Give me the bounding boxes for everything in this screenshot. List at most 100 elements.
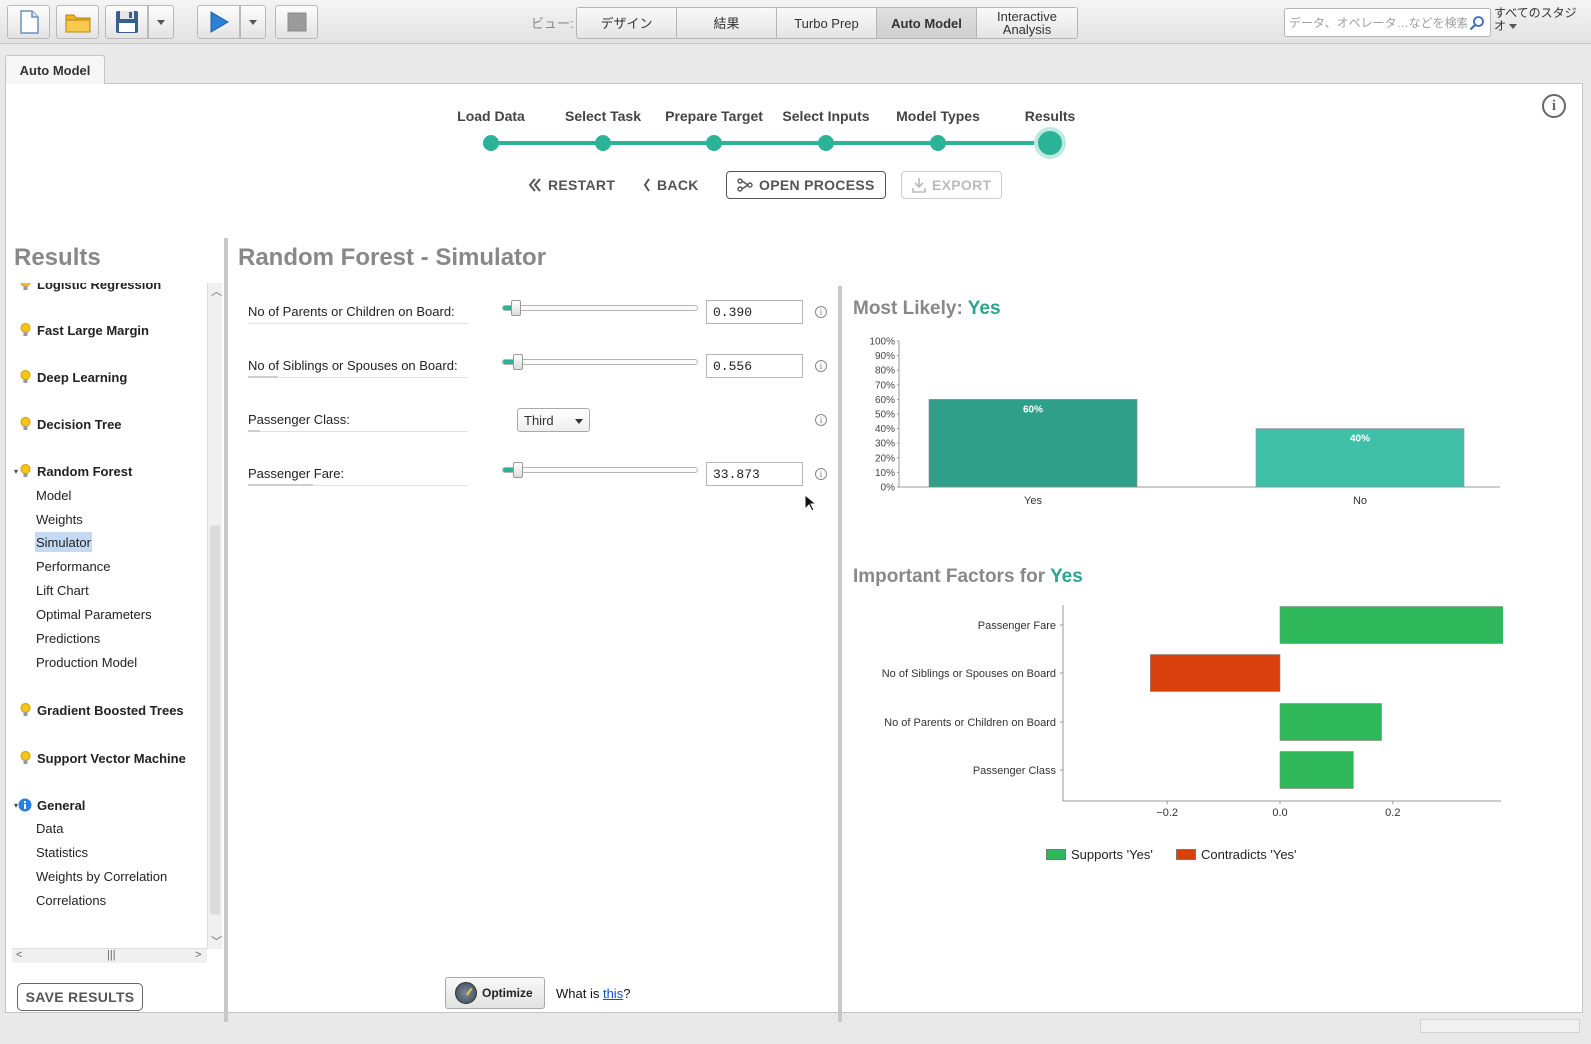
- optimize-button[interactable]: Optimize: [445, 977, 545, 1009]
- nav-group-label: Gradient Boosted Trees: [37, 702, 184, 718]
- passenger-class-select[interactable]: Third: [517, 408, 590, 432]
- new-process-button[interactable]: [7, 5, 50, 39]
- factor-label: No of Parents or Children on Board: [884, 717, 1056, 729]
- download-icon: [912, 178, 926, 193]
- y-tick-label: 100%: [869, 337, 895, 348]
- nav-group-gradient-boosted-trees[interactable]: Gradient Boosted Trees: [18, 699, 184, 721]
- attribute-info-icon[interactable]: i: [815, 468, 827, 480]
- nav-item-model[interactable]: Model: [35, 485, 72, 505]
- value-field-siblings-spouses[interactable]: [706, 354, 803, 378]
- expanded-triangle-icon[interactable]: ▾: [14, 467, 18, 476]
- nav-item-optimal-parameters[interactable]: Optimal Parameters: [35, 604, 153, 624]
- x-tick-label: 0.0: [1272, 807, 1287, 819]
- attribute-info-icon[interactable]: i: [815, 414, 827, 426]
- attribute-info-icon[interactable]: i: [815, 306, 827, 318]
- view-tabs: デザイン 結果 Turbo Prep Auto Model Interactiv…: [576, 7, 1078, 39]
- scrollbar-thumb[interactable]: [210, 525, 220, 915]
- attribute-info-icon[interactable]: i: [815, 360, 827, 372]
- stop-process-button[interactable]: [275, 5, 318, 39]
- step-dot-load-data[interactable]: [483, 135, 499, 151]
- left-splitter[interactable]: [224, 238, 228, 1022]
- back-button[interactable]: BACK: [643, 171, 699, 199]
- step-label-results[interactable]: Results: [1025, 108, 1076, 124]
- view-tab-results[interactable]: 結果: [677, 8, 777, 38]
- step-dot-prepare-target[interactable]: [706, 135, 722, 151]
- lightbulb-icon: [18, 323, 32, 337]
- run-options-dropdown[interactable]: [240, 5, 266, 39]
- panel-tab-auto-model[interactable]: Auto Model: [5, 55, 105, 84]
- export-button[interactable]: EXPORT: [901, 171, 1003, 199]
- lightbulb-icon: [18, 751, 32, 765]
- nav-group-label: Logistic Regression: [37, 283, 162, 292]
- y-tick-label: 20%: [875, 453, 895, 464]
- nav-group-random-forest[interactable]: ▾ Random Forest: [14, 460, 132, 482]
- step-dot-results[interactable]: [1038, 131, 1062, 155]
- search-input[interactable]: [1289, 14, 1467, 32]
- factor-bar-2: [1279, 703, 1382, 741]
- slider-passenger-fare[interactable]: [502, 462, 698, 478]
- restart-button[interactable]: RESTART: [528, 171, 615, 199]
- nav-group-decision-tree[interactable]: Decision Tree: [18, 413, 122, 435]
- step-label-model-types[interactable]: Model Types: [896, 108, 980, 124]
- nav-item-lift-chart[interactable]: Lift Chart: [35, 580, 90, 600]
- scroll-left-icon[interactable]: <: [16, 949, 22, 961]
- view-tab-turbo-prep[interactable]: Turbo Prep: [777, 8, 877, 38]
- slider-siblings-spouses[interactable]: [502, 354, 698, 370]
- help-info-icon[interactable]: i: [1542, 94, 1566, 118]
- value-field-passenger-fare[interactable]: [706, 462, 803, 486]
- bar-data-label: 60%: [1023, 404, 1043, 415]
- nav-item-weights-by-correlation[interactable]: Weights by Correlation: [35, 866, 168, 886]
- factors-label: Important Factors for: [853, 566, 1046, 587]
- step-label-select-inputs[interactable]: Select Inputs: [782, 108, 869, 124]
- studio-filter-dropdown[interactable]: すべてのスタジオ: [1492, 5, 1580, 39]
- step-dot-select-task[interactable]: [595, 135, 611, 151]
- step-label-load-data[interactable]: Load Data: [457, 108, 525, 124]
- nav-item-predictions[interactable]: Predictions: [35, 628, 101, 648]
- center-splitter[interactable]: [838, 286, 842, 1022]
- save-options-dropdown[interactable]: [148, 5, 174, 39]
- nav-group-general[interactable]: ▾ General: [14, 794, 85, 816]
- open-process-button[interactable]: [56, 5, 99, 39]
- nav-item-correlations[interactable]: Correlations: [35, 890, 107, 910]
- play-icon: [210, 11, 229, 33]
- nav-group-support-vector-machine[interactable]: Support Vector Machine: [18, 747, 186, 769]
- slider-parents-children[interactable]: [502, 300, 698, 316]
- results-tree-horizontal-scrollbar[interactable]: < ||| >: [12, 948, 207, 963]
- value-field-parents-children[interactable]: [706, 300, 803, 324]
- nav-item-weights[interactable]: Weights: [35, 509, 84, 529]
- view-tab-auto-model[interactable]: Auto Model: [877, 8, 977, 38]
- step-dot-model-types[interactable]: [930, 135, 946, 151]
- nav-group-deep-learning[interactable]: Deep Learning: [18, 366, 127, 388]
- nav-item-statistics[interactable]: Statistics: [35, 842, 89, 862]
- slider-thumb[interactable]: [510, 300, 521, 316]
- slider-thumb[interactable]: [512, 462, 523, 478]
- lightbulb-icon: [18, 283, 32, 291]
- save-process-button[interactable]: [105, 5, 148, 39]
- slider-thumb[interactable]: [512, 354, 523, 370]
- nav-group-fast-large-margin[interactable]: Fast Large Margin: [18, 319, 149, 341]
- scroll-up-icon[interactable]: ︿: [211, 283, 222, 299]
- save-results-button[interactable]: SAVE RESULTS: [17, 983, 143, 1011]
- run-process-button[interactable]: [197, 5, 240, 39]
- nav-group-logistic-regression[interactable]: Logistic Regression: [18, 283, 161, 295]
- what-is-this-link[interactable]: this: [603, 986, 623, 1001]
- view-tab-interactive-analysis[interactable]: Interactive Analysis: [977, 8, 1077, 38]
- results-tree-vertical-scrollbar[interactable]: ︿ ﹀: [207, 283, 222, 949]
- scrollbar-thumb-grip[interactable]: |||: [107, 949, 116, 961]
- y-tick-label: 50%: [875, 410, 895, 421]
- nav-item-data[interactable]: Data: [35, 818, 64, 838]
- expanded-triangle-icon[interactable]: ▾: [14, 801, 18, 810]
- step-label-prepare-target[interactable]: Prepare Target: [665, 108, 763, 124]
- y-tick-label: 60%: [875, 395, 895, 406]
- nav-item-simulator[interactable]: Simulator: [35, 532, 92, 552]
- open-process-label: OPEN PROCESS: [759, 177, 875, 193]
- search-icon[interactable]: [1469, 15, 1485, 31]
- scroll-right-icon[interactable]: >: [195, 949, 201, 961]
- step-dot-select-inputs[interactable]: [818, 135, 834, 151]
- nav-item-production-model[interactable]: Production Model: [35, 652, 138, 672]
- view-tab-design[interactable]: デザイン: [577, 8, 677, 38]
- step-label-select-task[interactable]: Select Task: [565, 108, 641, 124]
- open-process-button-wizard[interactable]: OPEN PROCESS: [726, 171, 886, 199]
- scroll-down-icon[interactable]: ﹀: [211, 933, 222, 949]
- nav-item-performance[interactable]: Performance: [35, 556, 111, 576]
